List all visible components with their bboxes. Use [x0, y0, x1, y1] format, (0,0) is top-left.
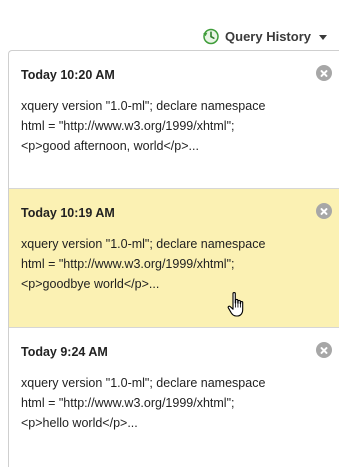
query-line: xquery version "1.0-ml"; declare namespa…: [21, 376, 266, 390]
history-item-time: Today 9:24 AM: [21, 345, 108, 359]
query-line: <p>hello world</p>...: [21, 416, 138, 430]
close-icon[interactable]: [316, 65, 332, 81]
history-item[interactable]: Today 9:24 AM xquery version "1.0-ml"; d…: [9, 328, 339, 467]
close-icon[interactable]: [316, 203, 332, 219]
history-item-query: xquery version "1.0-ml"; declare namespa…: [21, 373, 332, 433]
query-line: <p>goodbye world</p>...: [21, 277, 160, 291]
history-icon: [203, 28, 219, 44]
history-item-query: xquery version "1.0-ml"; declare namespa…: [21, 234, 332, 294]
query-line: html = "http://www.w3.org/1999/xhtml";: [21, 396, 235, 410]
header: Query History: [0, 0, 339, 50]
caret-down-icon: [319, 34, 327, 40]
history-item[interactable]: Today 10:19 AM xquery version "1.0-ml"; …: [9, 189, 339, 328]
query-history-panel: Today 10:20 AM xquery version "1.0-ml"; …: [8, 50, 339, 467]
query-line: html = "http://www.w3.org/1999/xhtml";: [21, 257, 235, 271]
history-item-query: xquery version "1.0-ml"; declare namespa…: [21, 96, 332, 156]
query-history-button[interactable]: Query History: [202, 25, 327, 47]
history-item-time: Today 10:20 AM: [21, 68, 115, 82]
history-item-time: Today 10:19 AM: [21, 206, 115, 220]
query-line: <p>good afternoon, world</p>...: [21, 139, 199, 153]
close-icon[interactable]: [316, 342, 332, 358]
query-history-label: Query History: [225, 28, 311, 44]
history-item[interactable]: Today 10:20 AM xquery version "1.0-ml"; …: [9, 51, 339, 189]
query-line: xquery version "1.0-ml"; declare namespa…: [21, 99, 266, 113]
query-line: xquery version "1.0-ml"; declare namespa…: [21, 237, 266, 251]
query-line: html = "http://www.w3.org/1999/xhtml";: [21, 119, 235, 133]
